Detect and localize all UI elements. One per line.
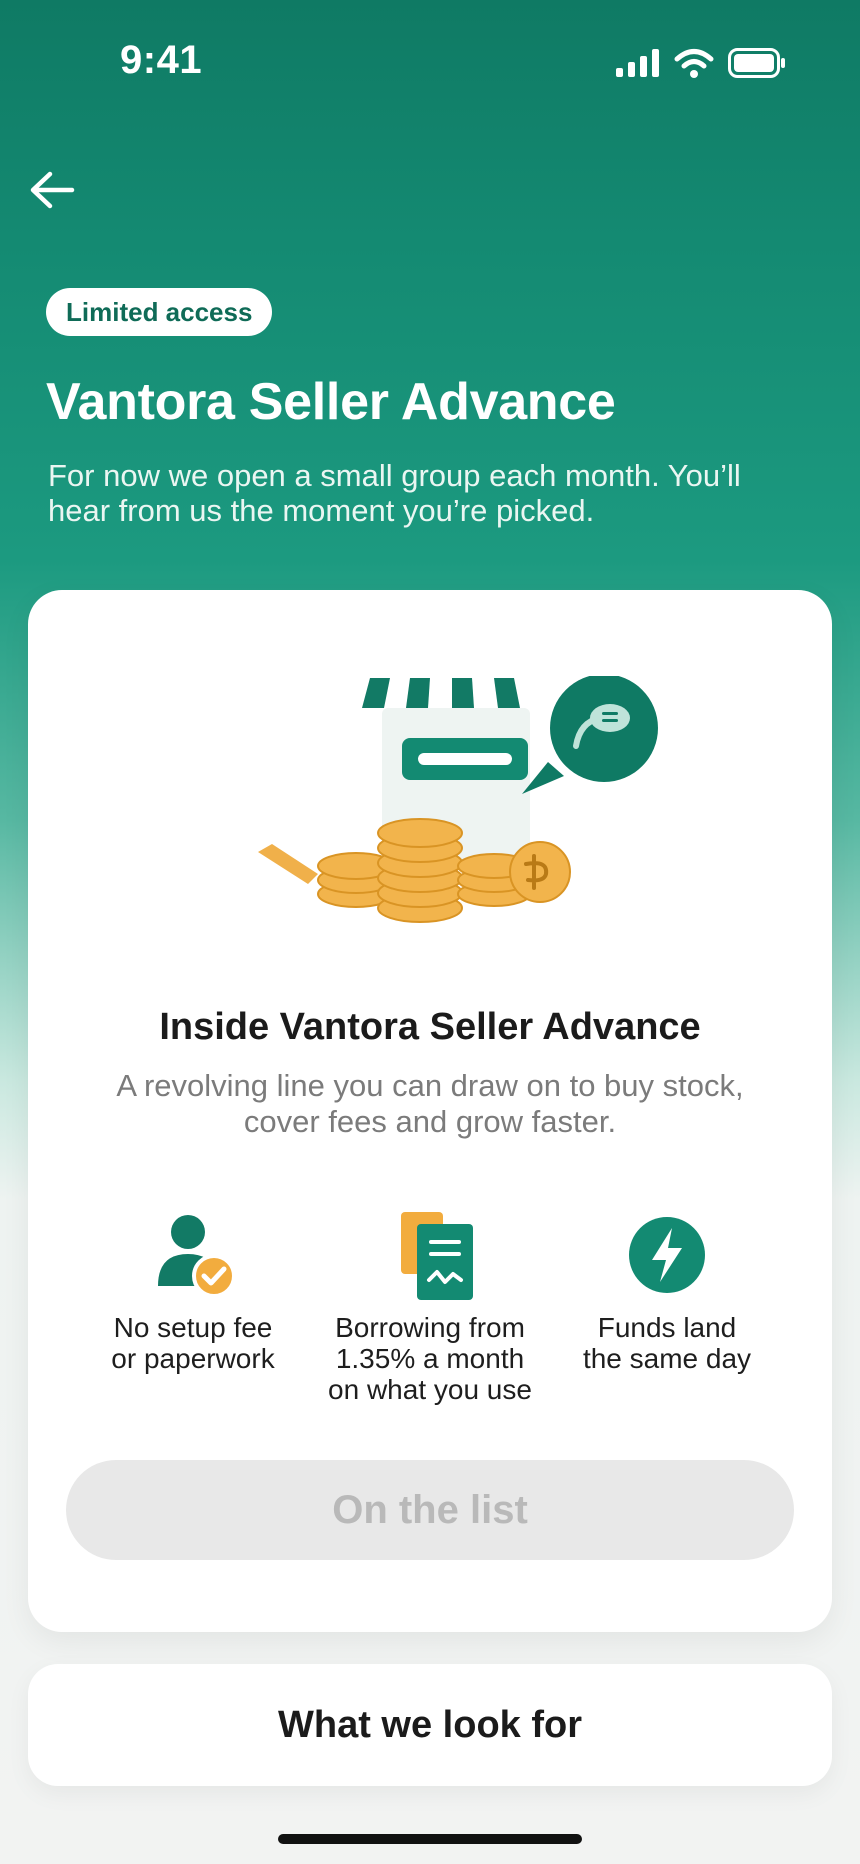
storefront-coins-illustration [258,676,658,923]
lightning-icon [629,1217,705,1293]
what-we-look-for-title: What we look for [278,1703,582,1746]
feature-label: Borrowing from 1.35% a month on what you… [328,1312,532,1405]
person-check-icon [158,1215,236,1298]
on-the-list-button[interactable]: On the list [66,1460,794,1560]
feature-no-setup-fee: No setup fee or paperwork [78,1210,308,1374]
limited-access-badge: Limited access [46,288,273,336]
product-card: Inside Vantora Seller Advance A revolvin… [28,590,832,1632]
signal-icon [616,49,659,77]
back-button[interactable] [24,162,80,218]
card-description: A revolving line you can draw on to buy … [116,1068,744,1139]
status-time: 9:41 [120,38,203,82]
page-subtitle: For now we open a small group each month… [48,458,741,528]
home-indicator [278,1834,582,1844]
feature-label: Funds land the same day [582,1312,752,1374]
back-arrow-icon [30,171,75,209]
card-title: Inside Vantora Seller Advance [159,1006,701,1048]
page-title: Vantora Seller Advance [46,373,616,431]
feature-label: No setup fee or paperwork [111,1312,275,1374]
document-icon [401,1212,473,1300]
feature-same-day-funds: Funds land the same day [552,1210,782,1374]
wifi-icon [674,49,714,78]
feature-borrowing-rate: Borrowing from 1.35% a month on what you… [315,1210,545,1405]
battery-icon [728,48,785,78]
status-icons [616,46,786,80]
what-we-look-for-card[interactable]: What we look for [28,1664,832,1786]
badge-label: Limited access [66,296,253,327]
status-bar: 9:41 [0,0,860,130]
